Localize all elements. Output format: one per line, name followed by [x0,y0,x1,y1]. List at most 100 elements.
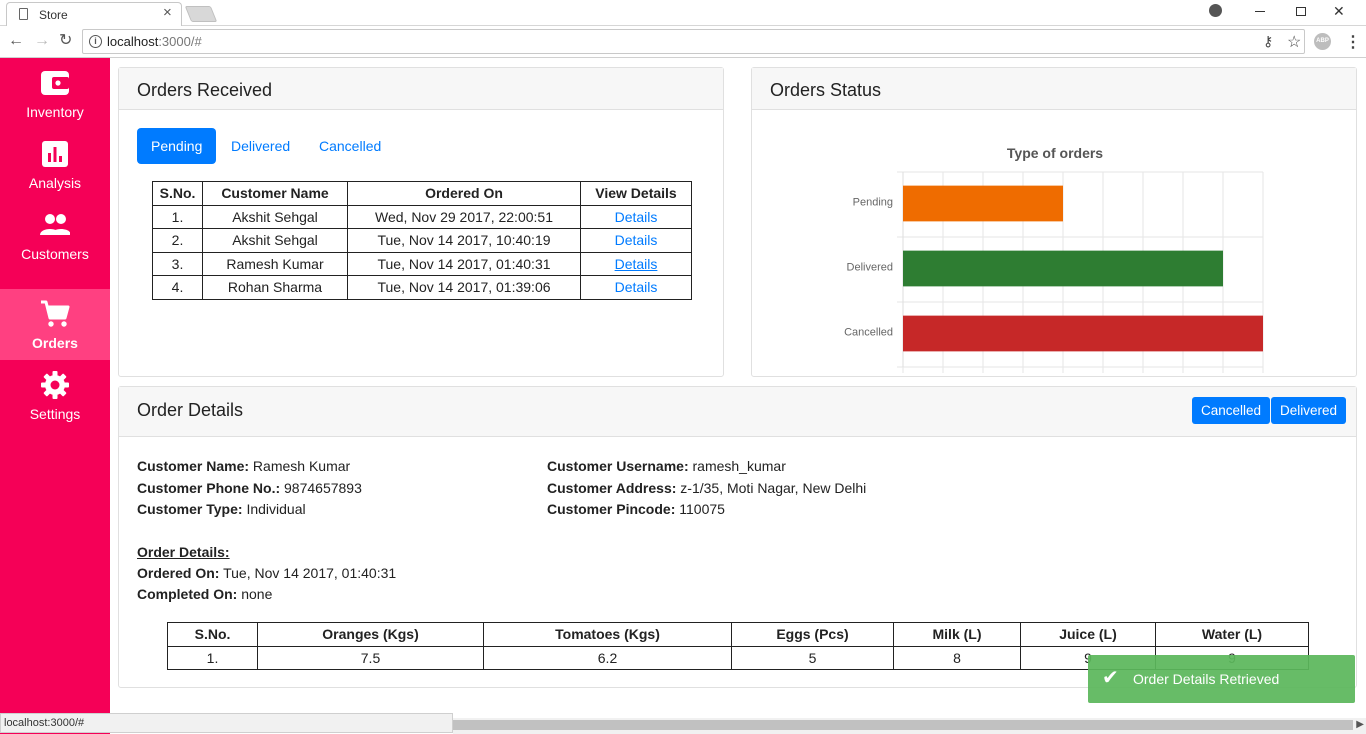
url-text: localhost:3000/# [107,34,202,49]
wallet-icon [41,71,69,95]
table-row: 1. Akshit Sehgal Wed, Nov 29 2017, 22:00… [152,204,692,229]
card-header: Orders Status [752,68,1356,110]
toast-message: Order Details Retrieved [1133,671,1280,687]
column-header: Milk (L) [893,622,1021,647]
minimize-icon[interactable] [1255,11,1265,12]
x-tick-label: 9 [1260,375,1266,376]
bookmark-star-icon[interactable]: ☆ [1287,32,1301,52]
sidebar-item-orders[interactable]: Orders [0,289,110,360]
toast-notification[interactable]: ✔ Order Details Retrieved [1088,655,1355,703]
app-window: Store × ✕ ← → ↻ i localhost:3000/# ⚷ ☆ A… [0,0,1366,734]
sidebar: Inventory Analysis Customers Orders Sett… [0,58,110,734]
address-bar[interactable]: i localhost:3000/# ⚷ ☆ [82,29,1305,54]
close-window-icon[interactable]: ✕ [1333,3,1345,20]
orders-status-card: Orders Status Type of orders 0 1 2 3 4 5 6 7 8 9 Pe… [751,67,1357,377]
table-cell: 4. [152,275,203,300]
sidebar-item-label: Analysis [28,175,82,191]
delivered-button[interactable]: Delivered [1271,397,1347,424]
table-cell: 5 [731,645,894,670]
table-cell: Ramesh Kumar [202,251,348,276]
column-header: S.No. [152,181,203,206]
table-cell: 1. [167,645,258,670]
sidebar-item-analysis[interactable]: Analysis [0,129,110,200]
details-link[interactable]: Details [615,279,658,295]
x-tick-label: 0 [900,375,906,376]
table-header-row: S.No. Oranges (Kgs) Tomatoes (Kgs) Eggs … [167,622,1309,647]
adblock-icon[interactable]: ABP [1314,33,1331,50]
bar-pending [903,185,1063,222]
x-tick-label: 7 [1180,375,1186,376]
column-header: Water (L) [1155,622,1309,647]
column-header: Ordered On [347,181,581,206]
column-header: Juice (L) [1020,622,1156,647]
status-bar: localhost:3000/# [0,713,453,733]
table-cell: Akshit Sehgal [202,228,348,253]
cart-icon [41,300,70,327]
x-tick-label: 2 [980,375,986,376]
order-details-heading: Order Details: [137,544,230,560]
x-tick-label: 3 [1020,375,1026,376]
people-icon [40,214,70,235]
tab-delivered[interactable]: Delivered [217,128,304,164]
completed-on-line: Completed On: none [137,586,273,602]
details-link[interactable]: Details [615,232,658,248]
sidebar-item-label: Inventory [26,104,84,120]
scrollbar-thumb[interactable] [453,720,1353,730]
bar-chart-icon [42,141,68,167]
tab-cancelled[interactable]: Cancelled [305,128,395,164]
x-tick-label: 1 [940,375,946,376]
table-cell: 1. [152,204,203,229]
column-header: S.No. [167,622,258,647]
sidebar-item-label: Settings [29,406,81,422]
table-cell: Akshit Sehgal [202,204,348,229]
tab-pending[interactable]: Pending [137,128,217,164]
scroll-right-icon[interactable]: ▶ [1356,719,1364,730]
order-details-card: Order Details Cancelled Delivered Custom… [118,386,1357,688]
browser-menu-icon[interactable]: ⋮ [1345,32,1361,52]
table-row: 4. Rohan Sharma Tue, Nov 14 2017, 01:39:… [152,275,692,300]
info-icon[interactable]: i [89,35,102,48]
y-tick-label: Cancelled [844,327,893,339]
user-profile-icon[interactable] [1209,4,1222,17]
table-header-row: S.No. Customer Name Ordered On View Deta… [152,181,692,206]
details-link[interactable]: Details [615,209,658,225]
chart-title: Type of orders [1007,145,1103,161]
ordered-on-line: Ordered On: Tue, Nov 14 2017, 01:40:31 [137,565,397,581]
key-icon[interactable]: ⚷ [1263,33,1273,50]
tab-close-icon[interactable]: × [163,5,172,21]
sidebar-item-settings[interactable]: Settings [0,360,110,431]
x-tick-label: 6 [1140,375,1146,376]
table-cell: Tue, Nov 14 2017, 01:39:06 [347,275,581,300]
orders-table: S.No. Customer Name Ordered On View Deta… [152,181,692,300]
new-tab-button[interactable] [184,6,218,22]
card-title: Order Details [137,400,244,420]
tab-title: Store [39,8,68,22]
y-tick-label: Delivered [847,262,893,274]
details-link[interactable]: Details [615,256,658,272]
cancelled-button[interactable]: Cancelled [1192,397,1271,424]
table-cell: Rohan Sharma [202,275,348,300]
reload-icon[interactable]: ↻ [59,32,72,50]
browser-tab[interactable]: Store × [6,2,182,26]
horizontal-scrollbar[interactable]: ▶ [453,718,1366,734]
table-cell: Wed, Nov 29 2017, 22:00:51 [347,204,581,229]
document-icon [19,8,28,20]
back-icon[interactable]: ← [8,32,24,50]
x-tick-label: 8 [1220,375,1226,376]
table-cell: 3. [152,251,203,276]
card-header: Orders Received [119,68,723,110]
sidebar-item-customers[interactable]: Customers [0,200,110,271]
sidebar-item-label: Orders [32,335,78,351]
column-header: Oranges (Kgs) [257,622,484,647]
column-header: Customer Name [202,181,348,206]
customer-type-line: Customer Type: Individual [137,501,306,517]
forward-icon[interactable]: → [34,32,50,50]
customer-name-line: Customer Name: Ramesh Kumar [137,458,351,474]
y-tick-label: Pending [853,197,893,209]
browser-tab-strip: Store × ✕ [0,0,1366,26]
x-tick-label: 4 [1060,375,1066,376]
gear-icon [41,371,69,399]
maximize-icon[interactable] [1296,7,1306,16]
sidebar-item-inventory[interactable]: Inventory [0,58,110,129]
table-cell: 8 [893,645,1021,670]
